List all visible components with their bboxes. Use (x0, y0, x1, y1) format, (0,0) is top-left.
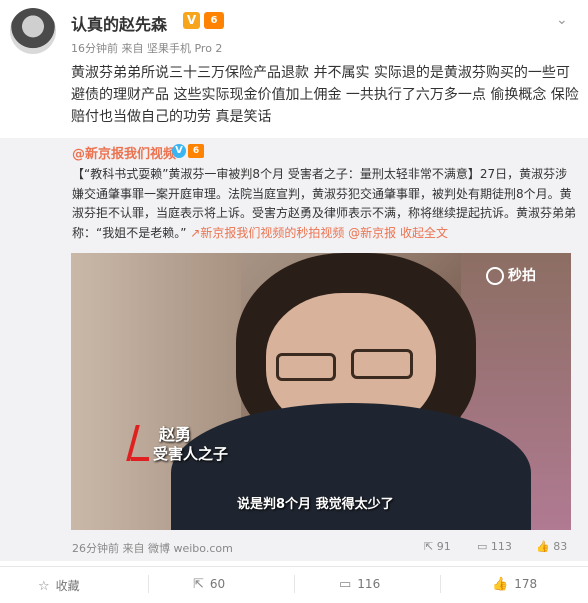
mention-link[interactable]: @新京报 (348, 226, 396, 240)
repost-comment-count[interactable]: ▭ 113 (477, 540, 512, 553)
video-link-icon: ↗ (190, 225, 201, 240)
favorite-button[interactable]: ☆ 收藏 (38, 577, 80, 594)
miaopai-watermark-text: 秒拍 (508, 268, 536, 284)
vip-badge: 6 (204, 12, 224, 29)
like-button[interactable]: 👍 178 (492, 577, 537, 592)
post-text: 黄淑芬弟弟所说三十三万保险产品退款 并不属实 实际退的是黄淑芬购买的一些可避债的… (71, 65, 579, 125)
video-glasses-left (276, 353, 336, 381)
repost-text: 【“教科书式耍赖”黄淑芬一审被判8个月 受害者之子：量刑太轻非常不满意】27日，… (72, 165, 578, 243)
repost-meta: 26分钟前 来自 微博 weibo.com (72, 542, 233, 555)
divider (148, 575, 149, 593)
action-bar: ☆ 收藏 ⇱ 60 ▭ 116 👍 178 (0, 566, 588, 603)
comment-button[interactable]: ▭ 116 (339, 577, 380, 592)
video-glasses-right (351, 349, 413, 379)
miaopai-icon (486, 267, 504, 285)
username[interactable]: 认真的赵先森 (71, 11, 167, 35)
repost-author[interactable]: @新京报我们视频 (72, 143, 176, 162)
video-subtitle: 说是判8个月 我觉得太少了 (237, 497, 394, 512)
comment-icon: ▭ (339, 577, 352, 592)
video-role-caption: 受害人之子 (153, 445, 229, 463)
divider (294, 575, 295, 593)
repost-verified-badge: V (172, 144, 186, 158)
repost-icon: ⇱ (193, 577, 204, 592)
post-header: 认真的赵先森 V 6 ⌄ 16分钟前 来自 坚果手机 Pro 2 (0, 0, 588, 62)
repost-like-count[interactable]: 👍 83 (536, 540, 567, 553)
divider (440, 575, 441, 593)
post-meta: 16分钟前 来自 坚果手机 Pro 2 (71, 42, 223, 55)
avatar[interactable] (10, 8, 56, 54)
repost-comment-icon: ▭ (477, 540, 491, 553)
repost-repost-count[interactable]: ⇱ 91 (424, 540, 451, 553)
collapse-link[interactable]: 收起全文 (400, 226, 448, 240)
repost-vip-badge: 6 (188, 144, 204, 158)
video-name-caption: 赵勇 (159, 425, 192, 444)
chevron-down-icon[interactable]: ⌄ (556, 12, 568, 28)
video-player[interactable]: 秒拍 赵勇 受害人之子 说是判8个月 我觉得太少了 (71, 253, 571, 530)
repost-share-icon: ⇱ (424, 540, 437, 553)
repost-button[interactable]: ⇱ 60 (193, 577, 225, 592)
video-link[interactable]: 新京报我们视频的秒拍视频 (200, 226, 344, 240)
miaopai-watermark: 秒拍 (486, 265, 536, 285)
repost-like-icon: 👍 (536, 540, 554, 553)
caption-mark-icon (126, 425, 151, 461)
thumbs-up-icon: 👍 (492, 577, 509, 592)
star-icon: ☆ (38, 579, 50, 594)
verified-badge: V (183, 12, 200, 29)
